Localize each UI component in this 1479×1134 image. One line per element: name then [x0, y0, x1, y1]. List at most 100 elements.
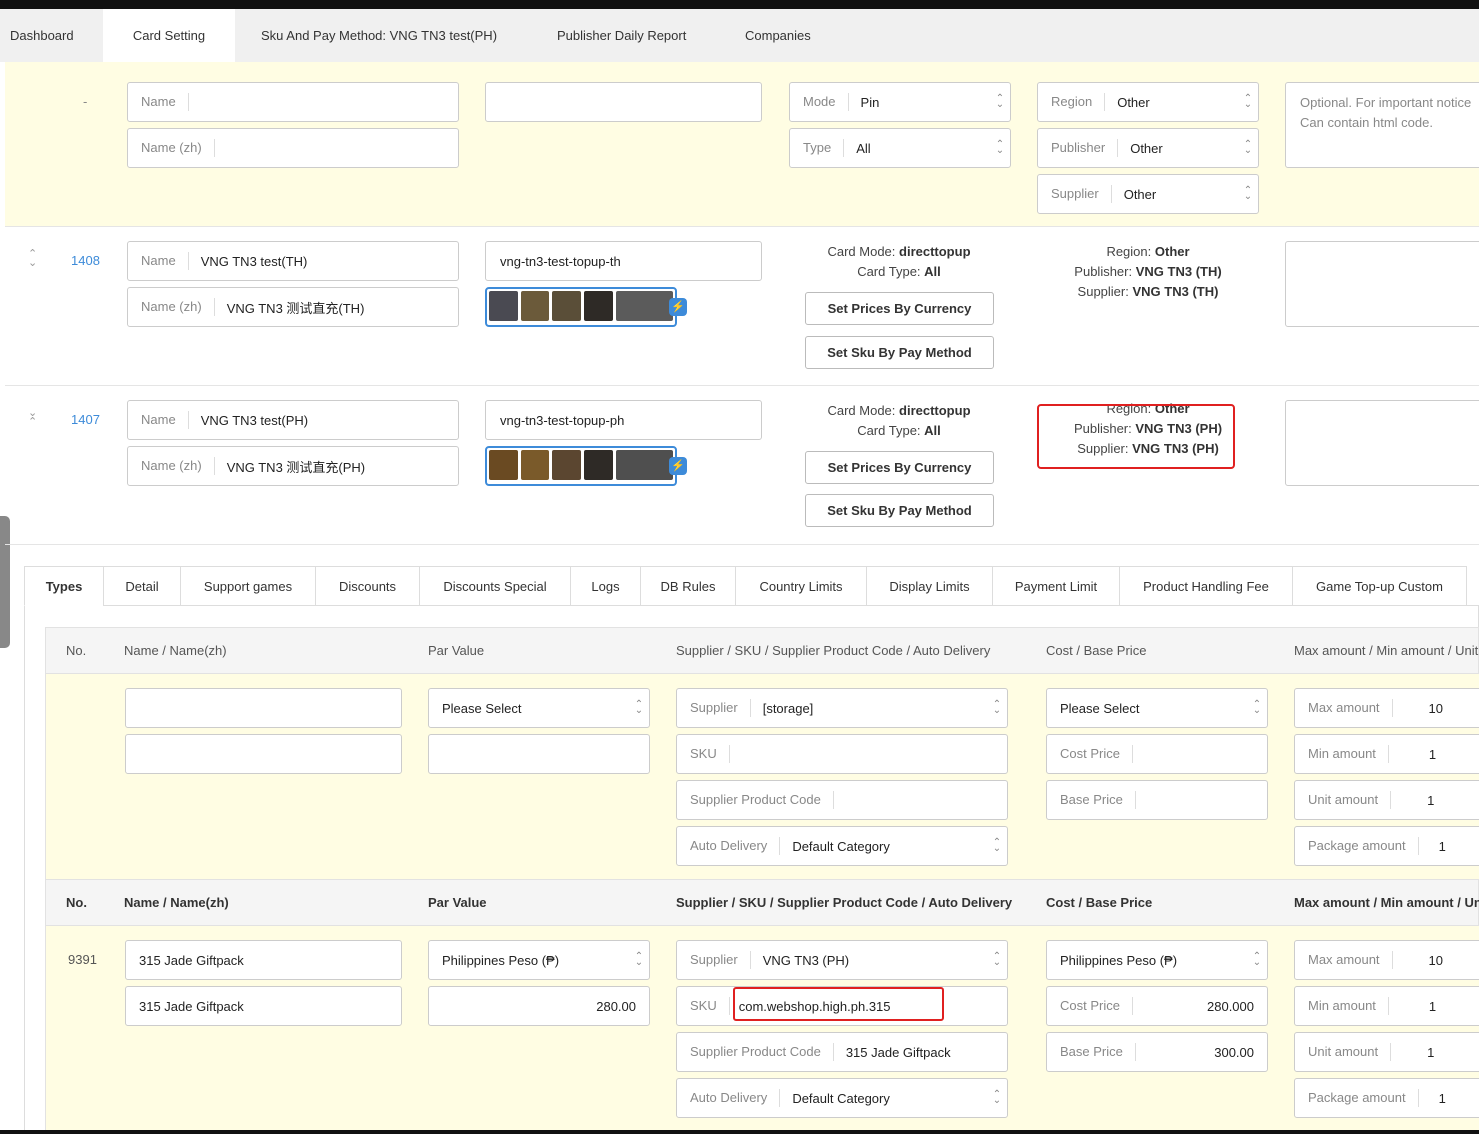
card-id-link[interactable]: 1408: [71, 253, 100, 268]
tab-publisher-daily-report[interactable]: Publisher Daily Report: [557, 9, 686, 62]
set-sku-by-pay-method-button[interactable]: Set Sku By Pay Method: [805, 494, 994, 527]
name-zh-label: Name (zh): [128, 139, 215, 157]
region-label: Region:: [1106, 244, 1152, 259]
supplier-select[interactable]: Supplier VNG TN3 (PH) ⌃ ⌄: [676, 940, 1008, 980]
subtab-support-games[interactable]: Support games: [180, 566, 316, 606]
name-label: Name: [128, 252, 189, 270]
par-currency-select[interactable]: Philippines Peso (₱) ⌃ ⌄: [428, 940, 650, 980]
select-arrows-icon: ⌃ ⌄: [992, 1089, 1002, 1106]
new-type-select[interactable]: Type All ⌃ ⌄: [789, 128, 1011, 168]
tab-dashboard[interactable]: Dashboard: [10, 9, 100, 62]
cost-price-label: Cost Price: [1047, 745, 1133, 763]
cost-price-input[interactable]: Cost Price 280.000: [1046, 986, 1268, 1026]
new-name-zh-input[interactable]: Name (zh): [127, 128, 459, 168]
new-package-amount-input[interactable]: Package amount 1: [1294, 826, 1479, 866]
notice-textarea[interactable]: [1285, 400, 1479, 486]
upload-badge-icon[interactable]: ⚡: [669, 457, 687, 475]
new-type-name-input[interactable]: [125, 688, 402, 728]
card-thumbnail: [520, 450, 550, 480]
subtab-game-topup-custom[interactable]: Game Top-up Custom: [1292, 566, 1467, 606]
new-type-name-zh-input[interactable]: [125, 734, 402, 774]
new-supplier-select[interactable]: Supplier [storage] ⌃ ⌄: [676, 688, 1008, 728]
card-id-link[interactable]: 1407: [71, 412, 100, 427]
select-arrows-icon: ⌃ ⌄: [634, 699, 644, 716]
card-image-strip[interactable]: [485, 287, 677, 327]
name-zh-value: VNG TN3 测试直充(PH): [226, 459, 366, 475]
base-price-value: 300.00: [1214, 1044, 1254, 1060]
auto-delivery-select[interactable]: Auto Delivery Default Category ⌃ ⌄: [676, 1078, 1008, 1118]
notice-placeholder: Optional. For important notice Can conta…: [1300, 95, 1472, 130]
subtab-country-limits[interactable]: Country Limits: [735, 566, 867, 606]
name-label: Name: [128, 93, 189, 111]
annotation-highlight-box: [1037, 404, 1235, 469]
new-par-value-input[interactable]: [428, 734, 650, 774]
card-thumbnail: [520, 291, 550, 321]
new-sku-input[interactable]: SKU: [676, 734, 1008, 774]
notice-textarea[interactable]: [1285, 241, 1479, 327]
min-amount-input[interactable]: Min amount 1: [1294, 986, 1479, 1026]
set-sku-by-pay-method-button[interactable]: Set Sku By Pay Method: [805, 336, 994, 369]
expand-toggle-icon[interactable]: ⌃ ⌄: [28, 249, 37, 269]
new-max-amount-input[interactable]: Max amount 10: [1294, 688, 1479, 728]
upload-badge-icon[interactable]: ⚡: [669, 298, 687, 316]
package-amount-value: 1: [1438, 838, 1446, 854]
mode-label: Mode: [790, 93, 849, 111]
subtab-payment-limit[interactable]: Payment Limit: [992, 566, 1120, 606]
supplier-product-code-label: Supplier Product Code: [677, 791, 834, 809]
slug-input[interactable]: vng-tn3-test-topup-th: [485, 241, 762, 281]
supplier-label: Supplier:: [1077, 284, 1129, 299]
new-notice-textarea[interactable]: Optional. For important notice Can conta…: [1285, 82, 1479, 168]
unit-amount-input[interactable]: Unit amount 1: [1294, 1032, 1479, 1072]
subtab-db-rules[interactable]: DB Rules: [640, 566, 736, 606]
package-amount-input[interactable]: Package amount 1: [1294, 1078, 1479, 1118]
subtab-logs[interactable]: Logs: [570, 566, 641, 606]
card-type-value: All: [924, 423, 941, 438]
supplier-product-code-input[interactable]: Supplier Product Code 315 Jade Giftpack: [676, 1032, 1008, 1072]
type-name-zh-input[interactable]: 315 Jade Giftpack: [125, 986, 402, 1026]
subtab-discounts[interactable]: Discounts: [315, 566, 420, 606]
new-base-price-input[interactable]: Base Price: [1046, 780, 1268, 820]
set-prices-by-currency-button[interactable]: Set Prices By Currency: [805, 451, 994, 484]
new-name-input[interactable]: Name: [127, 82, 459, 122]
new-mode-select[interactable]: Mode Pin ⌃ ⌄: [789, 82, 1011, 122]
subtab-display-limits[interactable]: Display Limits: [866, 566, 993, 606]
slug-input[interactable]: vng-tn3-test-topup-ph: [485, 400, 762, 440]
col-amounts: Max amount / Min amount / Unit: [1294, 643, 1479, 658]
new-slug-input[interactable]: [485, 82, 762, 122]
supplier-label: Supplier: [677, 951, 751, 969]
subtab-product-handling-fee[interactable]: Product Handling Fee: [1119, 566, 1293, 606]
mode-value: Pin: [860, 94, 880, 110]
type-name-input[interactable]: 315 Jade Giftpack: [125, 940, 402, 980]
region-value: Other: [1117, 94, 1150, 110]
new-min-amount-input[interactable]: Min amount 1: [1294, 734, 1479, 774]
subtab-discounts-special[interactable]: Discounts Special: [419, 566, 571, 606]
new-unit-amount-input[interactable]: Unit amount 1: [1294, 780, 1479, 820]
tab-card-setting[interactable]: Card Setting: [103, 9, 235, 62]
name-zh-input[interactable]: Name (zh) VNG TN3 测试直充(PH): [127, 446, 459, 486]
new-cost-price-input[interactable]: Cost Price: [1046, 734, 1268, 774]
new-auto-delivery-select[interactable]: Auto Delivery Default Category ⌃ ⌄: [676, 826, 1008, 866]
col-cost-base: Cost / Base Price: [1046, 895, 1153, 910]
par-value-input[interactable]: 280.00: [428, 986, 650, 1026]
new-supplier-product-code-input[interactable]: Supplier Product Code: [676, 780, 1008, 820]
set-prices-by-currency-button[interactable]: Set Prices By Currency: [805, 292, 994, 325]
new-publisher-select[interactable]: Publisher Other ⌃ ⌄: [1037, 128, 1259, 168]
name-input[interactable]: Name VNG TN3 test(TH): [127, 241, 459, 281]
subtab-detail[interactable]: Detail: [103, 566, 181, 606]
card-thumbnail: [584, 450, 613, 480]
tab-sku-pay-method[interactable]: Sku And Pay Method: VNG TN3 test(PH): [261, 9, 497, 62]
max-amount-input[interactable]: Max amount 10: [1294, 940, 1479, 980]
max-amount-value: 10: [1428, 952, 1444, 968]
base-price-input[interactable]: Base Price 300.00: [1046, 1032, 1268, 1072]
collapse-toggle-icon[interactable]: ⌄ ⌃: [28, 408, 37, 428]
subtab-types[interactable]: Types: [24, 566, 104, 606]
new-supplier-select[interactable]: Supplier Other ⌃ ⌄: [1037, 174, 1259, 214]
tab-companies[interactable]: Companies: [745, 9, 811, 62]
card-image-strip[interactable]: [485, 446, 677, 486]
new-region-select[interactable]: Region Other ⌃ ⌄: [1037, 82, 1259, 122]
name-input[interactable]: Name VNG TN3 test(PH): [127, 400, 459, 440]
new-par-currency-select[interactable]: Please Select ⌃ ⌄: [428, 688, 650, 728]
new-cost-currency-select[interactable]: Please Select ⌃ ⌄: [1046, 688, 1268, 728]
name-zh-input[interactable]: Name (zh) VNG TN3 测试直充(TH): [127, 287, 459, 327]
cost-currency-select[interactable]: Philippines Peso (₱) ⌃ ⌄: [1046, 940, 1268, 980]
